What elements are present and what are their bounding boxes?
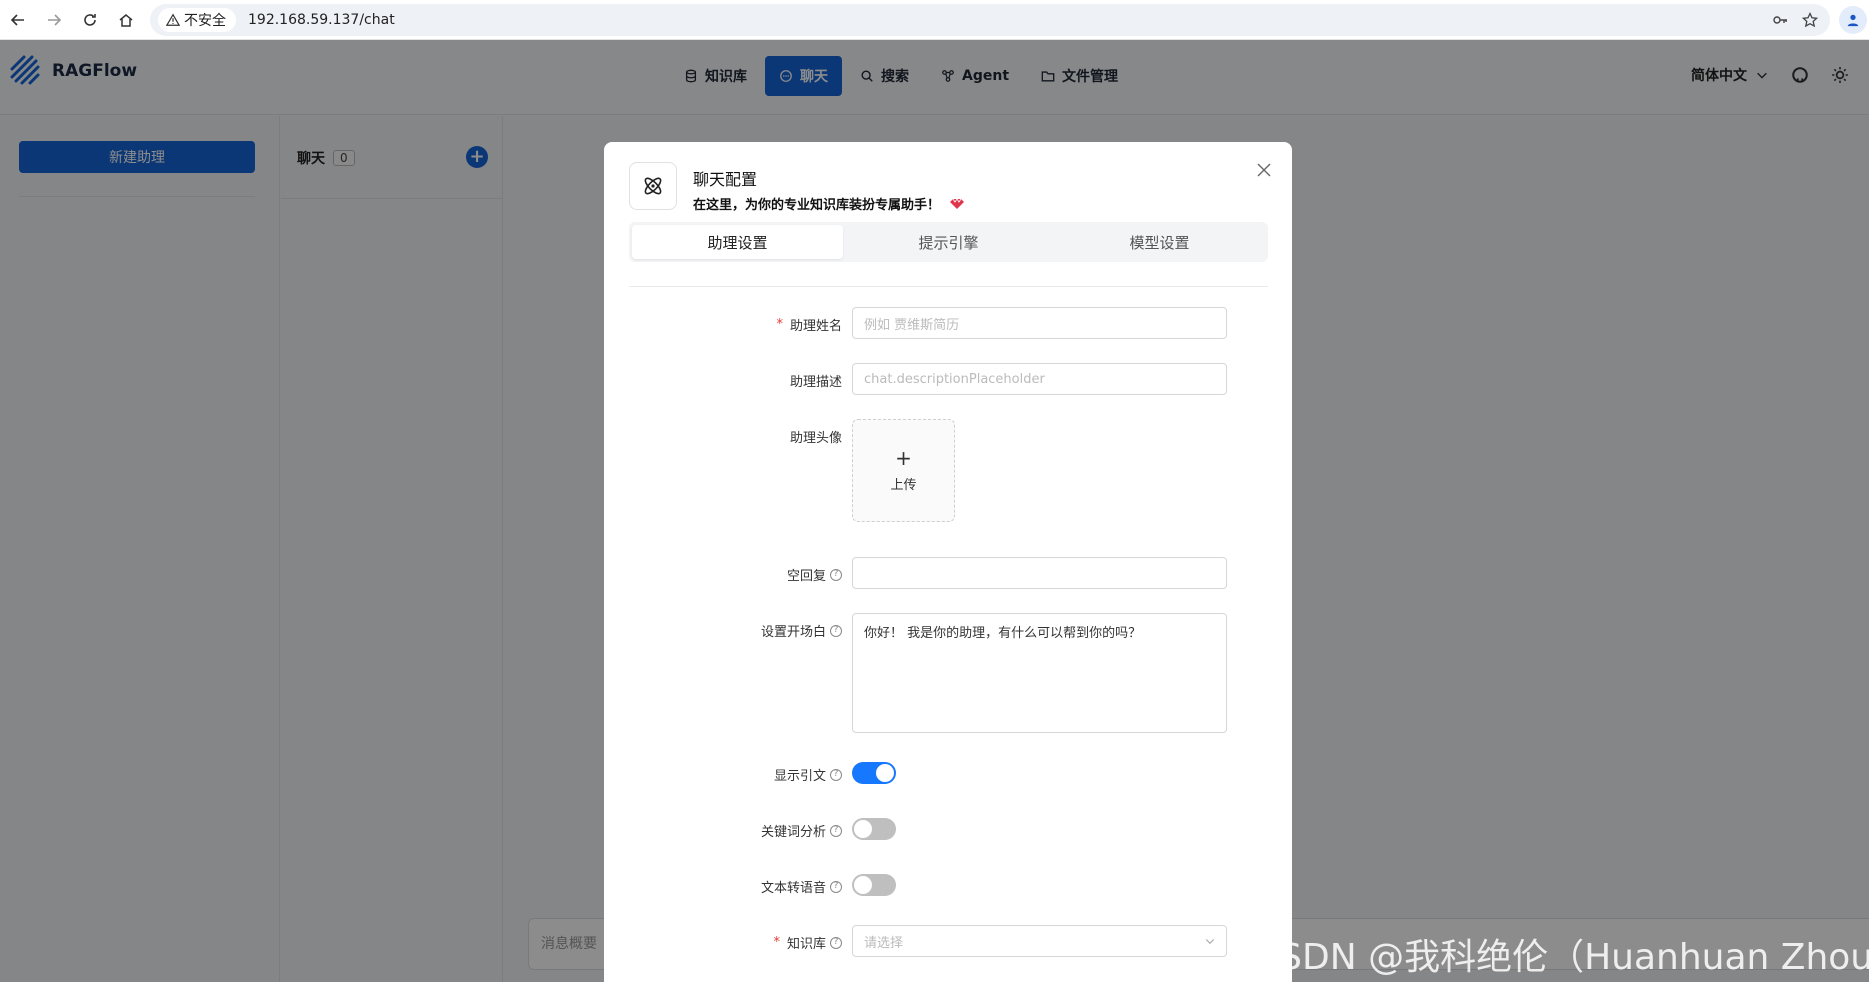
keyword-label: 关键词分析 ? <box>761 821 842 840</box>
description-label: 助理描述 <box>790 371 842 390</box>
chevron-down-icon <box>1205 939 1215 945</box>
password-key-icon[interactable] <box>1772 12 1788 28</box>
reload-icon[interactable] <box>72 2 108 38</box>
url-text[interactable]: 192.168.59.137/chat <box>248 12 395 28</box>
close-icon[interactable] <box>1254 160 1274 180</box>
divider <box>629 286 1268 287</box>
config-tabs: 助理设置 提示引擎 模型设置 <box>629 222 1268 262</box>
security-indicator[interactable]: 不安全 <box>158 8 236 32</box>
plus-icon: + <box>895 446 912 470</box>
tab-prompt-engine[interactable]: 提示引擎 <box>843 225 1054 259</box>
tts-label: 文本转语音 ? <box>761 877 842 896</box>
opener-textarea[interactable]: 你好！ 我是你的助理，有什么可以帮到你的吗？ <box>852 613 1227 733</box>
keyword-toggle[interactable] <box>852 818 896 840</box>
tab-assistant-settings[interactable]: 助理设置 <box>632 225 843 259</box>
select-placeholder: 请选择 <box>864 935 904 951</box>
home-icon[interactable] <box>108 2 144 38</box>
watermark: CSDN @我科绝伦（Huanhuan Zhou） <box>1254 937 1869 978</box>
label-text: 助理姓名 <box>789 319 842 334</box>
forward-icon[interactable] <box>36 2 72 38</box>
knowledge-base-label: * 知识库 ? <box>773 933 842 952</box>
browser-toolbar: 不安全 192.168.59.137/chat <box>0 0 1869 40</box>
name-label: * 助理姓名 <box>776 315 842 334</box>
empty-response-input[interactable] <box>852 557 1227 589</box>
label-text: 设置开场白 <box>760 625 826 640</box>
label-text: 助理描述 <box>789 375 842 390</box>
modal-subtitle: 在这里，为你的专业知识库装扮专属助手！ <box>693 198 941 213</box>
tts-toggle[interactable] <box>852 874 896 896</box>
profile-icon[interactable] <box>1839 6 1867 34</box>
bookmark-star-icon[interactable] <box>1802 12 1818 28</box>
knowledge-base-select[interactable]: 请选择 <box>852 925 1227 957</box>
back-icon[interactable] <box>0 2 36 38</box>
assistant-description-input[interactable]: chat.descriptionPlaceholder <box>852 363 1227 395</box>
gem-icon <box>950 198 965 209</box>
label-text: 助理头像 <box>789 431 842 446</box>
avatar-label: 助理头像 <box>790 427 842 446</box>
show-quote-label: 显示引文 ? <box>774 765 842 784</box>
atom-icon <box>629 162 677 210</box>
empty-response-label: 空回复 ? <box>787 565 842 584</box>
label-text: 显示引文 <box>773 769 826 784</box>
address-bar[interactable]: 不安全 192.168.59.137/chat <box>150 4 1830 36</box>
show-quote-toggle[interactable] <box>852 762 896 784</box>
help-icon[interactable]: ? <box>830 880 842 893</box>
warning-icon <box>166 13 180 26</box>
chat-config-modal: 聊天配置 在这里，为你的专业知识库装扮专属助手！ 助理设置 提示引擎 模型设置 … <box>604 142 1292 982</box>
tab-model-settings[interactable]: 模型设置 <box>1054 225 1265 259</box>
required-mark: * <box>773 935 780 950</box>
help-icon[interactable]: ? <box>830 624 842 637</box>
opener-label: 设置开场白 ? <box>761 621 842 640</box>
label-text: 文本转语音 <box>760 881 826 896</box>
label-text: 空回复 <box>786 569 826 584</box>
label-text: 关键词分析 <box>760 825 826 840</box>
upload-label: 上传 <box>890 478 917 493</box>
required-mark: * <box>776 317 783 332</box>
security-label: 不安全 <box>184 13 226 29</box>
label-text: 知识库 <box>786 937 826 952</box>
assistant-name-input[interactable]: 例如 贾维斯简历 <box>852 307 1227 339</box>
avatar-upload-button[interactable]: + 上传 <box>852 419 955 522</box>
help-icon[interactable]: ? <box>830 936 842 949</box>
help-icon[interactable]: ? <box>830 568 842 581</box>
help-icon[interactable]: ? <box>830 824 842 837</box>
help-icon[interactable]: ? <box>830 768 842 781</box>
modal-title: 聊天配置 <box>693 170 758 189</box>
